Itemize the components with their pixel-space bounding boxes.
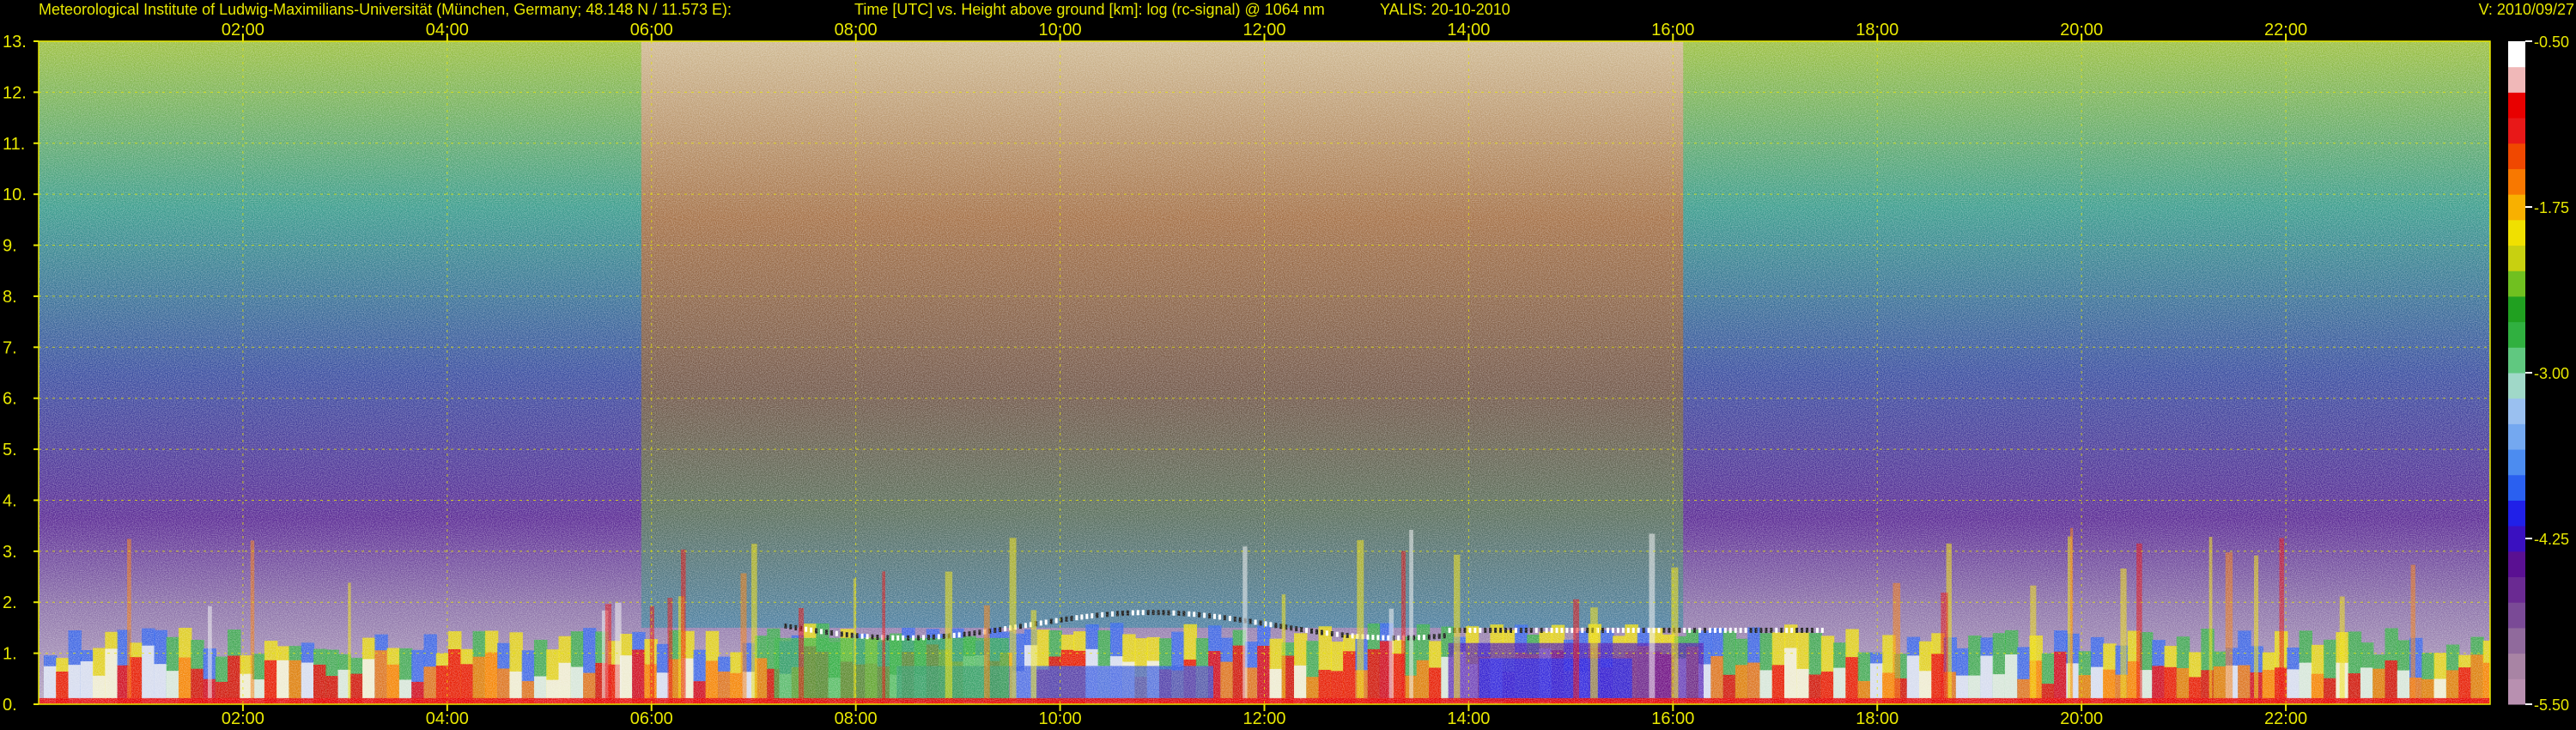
y-tick-label: 10. (3, 186, 27, 204)
colorbar-tick-label: -1.75 (2534, 199, 2569, 216)
y-tick-label: 11. (3, 135, 25, 154)
y-tick-label: 8. (3, 288, 17, 307)
colorbar-segment (2508, 118, 2525, 144)
colorbar-tick-label: -5.50 (2534, 697, 2569, 714)
x-tick-label-top: 22:00 (2264, 21, 2307, 40)
x-tick-label-top: 12:00 (1242, 21, 1285, 40)
colorbar-segment (2508, 423, 2525, 450)
colorbar-segment (2508, 347, 2525, 374)
x-tick-label-bottom: 08:00 (835, 709, 878, 728)
x-tick-label-bottom: 02:00 (222, 709, 264, 728)
colorbar-segment (2508, 602, 2525, 629)
colorbar-segment (2508, 449, 2525, 476)
colorbar (2508, 41, 2525, 705)
colorbar-segment (2508, 66, 2525, 93)
colorbar-segment (2508, 526, 2525, 552)
y-tick-label: 9. (3, 237, 17, 256)
colorbar-segment (2508, 398, 2525, 424)
colorbar-tick-label: -3.00 (2534, 365, 2569, 382)
colorbar-segment (2508, 41, 2525, 68)
y-tick-label: 12. (3, 83, 27, 102)
x-tick-label-bottom: 12:00 (1242, 709, 1285, 728)
x-axis-top: 02:00 04:00 06:00 08:00 10:00 12:00 14:00 16:00… (222, 21, 2307, 41)
x-tick-label-bottom: 04:00 (426, 709, 469, 728)
x-tick-label-bottom: 18:00 (1856, 709, 1899, 728)
x-tick-label-top: 02:00 (222, 21, 264, 40)
colorbar-segment (2508, 143, 2525, 169)
x-tick-label-bottom: 22:00 (2264, 709, 2307, 728)
y-tick-label: 2. (3, 593, 17, 612)
x-tick-label-top: 06:00 (630, 21, 673, 40)
colorbar-segment (2508, 271, 2525, 297)
x-tick-label-top: 10:00 (1039, 21, 1082, 40)
colorbar-segment (2508, 474, 2525, 501)
lidar-chart: 02:00 04:00 06:00 08:00 10:00 12:00 14:00 16:00… (3, 21, 2569, 728)
colorbar-segment (2508, 92, 2525, 119)
colorbar-segment (2508, 551, 2525, 578)
x-tick-label-bottom: 06:00 (630, 709, 673, 728)
y-axis: 0. 1. 2. 3. 4. 5. 6. 7. 8. 9. 10. 11. 12. 13. (3, 33, 39, 715)
colorbar-labels: -0.50 -1.75 -3.00 -4.25 -5.50 (2525, 33, 2569, 714)
x-tick-label-top: 18:00 (1856, 21, 1899, 40)
colorbar-segment (2508, 168, 2525, 195)
x-tick-label-bottom: 10:00 (1039, 709, 1082, 728)
colorbar-tick-label: -4.25 (2534, 531, 2569, 548)
x-tick-label-top: 04:00 (426, 21, 469, 40)
colorbar-segment (2508, 219, 2525, 246)
x-tick-label-top: 08:00 (835, 21, 878, 40)
colorbar-segment (2508, 373, 2525, 399)
x-tick-label-bottom: 16:00 (1651, 709, 1694, 728)
x-axis-bottom: 02:00 04:00 06:00 08:00 10:00 12:00 14:00 16:00… (222, 704, 2307, 728)
colorbar-segment (2508, 194, 2525, 221)
x-tick-label-bottom: 20:00 (2060, 709, 2103, 728)
colorbar-segment (2508, 295, 2525, 323)
colorbar-segment (2508, 321, 2525, 348)
x-tick-label-top: 16:00 (1651, 21, 1694, 40)
colorbar-segment (2508, 576, 2525, 603)
colorbar-segment (2508, 627, 2525, 654)
colorbar-tick-label: -0.50 (2534, 33, 2569, 51)
y-tick-label: 3. (3, 543, 17, 562)
y-tick-label: 13. (3, 33, 27, 52)
y-tick-label: 5. (3, 441, 17, 459)
x-tick-label-bottom: 14:00 (1447, 709, 1490, 728)
colorbar-segment (2508, 653, 2525, 679)
y-tick-label: 1. (3, 645, 17, 664)
heatmap-image (39, 41, 2490, 704)
x-tick-label-top: 20:00 (2060, 21, 2103, 40)
colorbar-segment (2508, 245, 2525, 271)
colorbar-segment (2508, 678, 2525, 705)
y-tick-label: 6. (3, 390, 17, 409)
y-tick-label: 7. (3, 338, 17, 357)
x-tick-label-top: 14:00 (1447, 21, 1490, 40)
colorbar-segment (2508, 500, 2525, 526)
y-tick-label: 4. (3, 491, 17, 510)
y-tick-label: 0. (3, 696, 17, 715)
